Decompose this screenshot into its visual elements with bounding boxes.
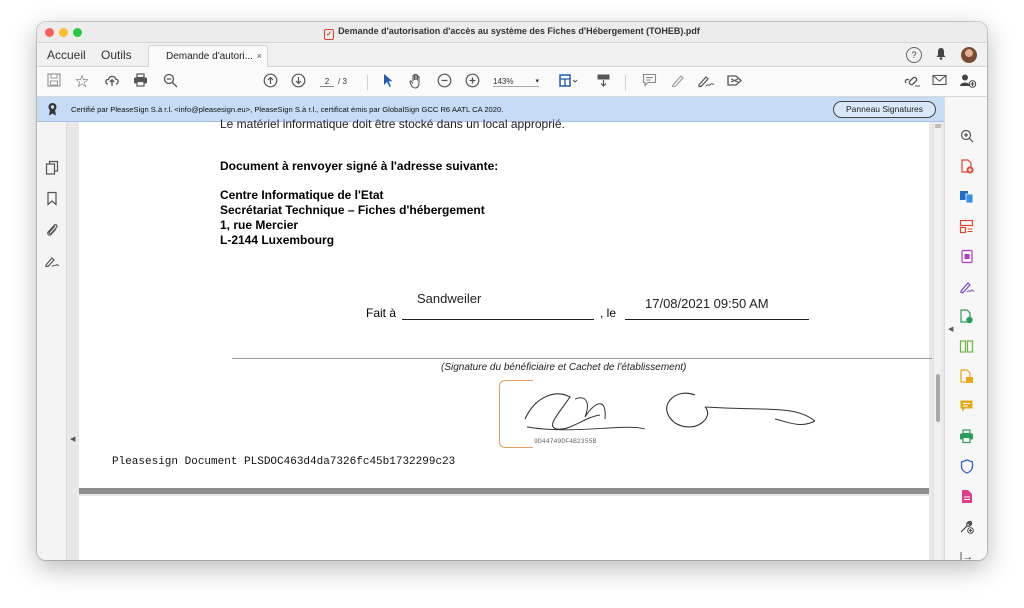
next-page-icon[interactable] [289, 73, 307, 91]
page-number-input[interactable]: 2 [320, 77, 334, 87]
document-id-footer: Pleasesign Document PLSDOC463d4da7326fc4… [112, 456, 456, 468]
export-pdf-icon[interactable] [958, 189, 975, 206]
fill-sign-icon[interactable] [958, 279, 975, 296]
zoom-out-icon[interactable] [435, 73, 453, 91]
create-pdf-icon[interactable] [958, 159, 975, 176]
compare-icon[interactable] [958, 339, 975, 356]
window-title: ✓ Demande d'autorisation d'accès au systè… [37, 26, 987, 40]
print-icon[interactable] [131, 73, 149, 91]
close-tab-icon[interactable]: × [257, 51, 262, 61]
cloud-upload-icon[interactable] [103, 73, 121, 91]
add-user-icon[interactable] [958, 73, 978, 91]
edit-pdf-icon[interactable] [958, 249, 975, 266]
print-production-icon[interactable] [958, 429, 975, 446]
redact-tag-icon[interactable] [725, 73, 745, 91]
bookmark-star-icon[interactable]: ☆ [73, 73, 91, 91]
handwritten-signature [524, 392, 815, 431]
tab-document[interactable]: Demande d'autori... × [148, 45, 268, 67]
scan-icon[interactable] [958, 369, 975, 386]
collapse-right-panel-icon[interactable]: ◀ [948, 325, 953, 333]
zoom-in-icon[interactable] [463, 73, 481, 91]
select-cursor-icon[interactable] [380, 73, 396, 91]
signature-divider [232, 358, 932, 359]
notifications-bell-icon[interactable] [933, 47, 949, 63]
signature-panel-button[interactable]: Panneau Signatures [833, 101, 936, 118]
fit-page-icon[interactable] [557, 73, 579, 91]
certified-ribbon-icon [47, 102, 58, 119]
collapse-panel-icon[interactable]: |→ [958, 549, 975, 560]
document-text-line: Le matériel informatique doit être stock… [220, 117, 565, 131]
tab-document-label: Demande d'autori... [166, 51, 253, 62]
fait-a-label: Fait à [366, 306, 397, 320]
tab-home[interactable]: Accueil [47, 48, 86, 62]
vertical-scrollbar[interactable] [933, 122, 941, 560]
page-total: / 3 [338, 77, 347, 86]
toolbar-divider [367, 75, 368, 90]
le-label: , le [600, 306, 617, 320]
combine-files-icon[interactable] [958, 309, 975, 326]
hand-tool-icon[interactable] [407, 73, 425, 91]
pdf-file-icon: ✓ [324, 29, 335, 40]
place-underline [402, 319, 594, 320]
left-navigation-rail [37, 122, 67, 560]
comment-icon[interactable] [958, 399, 975, 416]
tab-tools[interactable]: Outils [101, 48, 132, 62]
read-mode-icon[interactable] [594, 73, 612, 91]
zoom-search-icon[interactable] [958, 129, 975, 146]
more-tools-icon[interactable] [958, 519, 975, 536]
attachment-icon[interactable] [44, 222, 60, 238]
highlight-pen-icon[interactable] [668, 73, 686, 91]
bookmark-icon[interactable] [44, 191, 60, 207]
right-tools-rail: ◀ |→ [944, 97, 987, 560]
zoom-level-select[interactable]: 143% ▾ [493, 77, 539, 87]
request-signature-icon[interactable] [958, 489, 975, 506]
window-title-text: Demande d'autorisation d'accès au systèm… [338, 26, 700, 36]
certificate-text: Certifié par PleaseSign S.à r.l. <info@p… [71, 105, 504, 114]
signature-pen-icon[interactable] [44, 254, 60, 270]
address-line: 1, rue Mercier [220, 218, 299, 232]
share-link-icon[interactable] [902, 73, 922, 91]
previous-page-icon[interactable] [261, 73, 279, 91]
address-line: Secrétariat Technique – Fiches d'héberge… [220, 203, 485, 217]
collapse-left-panel-icon[interactable]: ◀ [70, 435, 75, 443]
pdf-viewer-window: ✓ Demande d'autorisation d'accès au systè… [37, 22, 987, 560]
date-value: 17/08/2021 09:50 AM [645, 296, 769, 311]
title-bar: ✓ Demande d'autorisation d'accès au systè… [37, 22, 987, 43]
return-address-heading: Document à renvoyer signé à l'adresse su… [220, 159, 499, 173]
address-line: Centre Informatique de l'Etat [220, 188, 384, 202]
zoom-search-icon[interactable] [161, 73, 179, 91]
tab-bar: Accueil Outils Demande d'autori... × ? [37, 43, 987, 67]
signature-caption: (Signature du bénéficiaire et Cachet de … [441, 362, 687, 373]
comment-icon[interactable] [640, 73, 658, 91]
fill-sign-icon[interactable] [696, 73, 716, 91]
signature-id: 9D44749DF4B2355B [534, 438, 597, 445]
help-icon[interactable]: ? [906, 47, 922, 63]
pdf-page: Le matériel informatique doit être stock… [79, 117, 932, 492]
main-toolbar: ☆ 2 / 3 143% ▾ [37, 67, 987, 97]
organize-pages-icon[interactable] [958, 219, 975, 236]
pdf-page-next [79, 496, 929, 560]
user-avatar[interactable] [961, 47, 977, 63]
save-icon[interactable] [46, 73, 62, 91]
pages-icon[interactable] [44, 160, 60, 176]
address-line: L-2144 Luxembourg [220, 233, 335, 247]
date-underline [625, 319, 809, 320]
place-value: Sandweiler [417, 291, 482, 306]
toolbar-divider [625, 75, 626, 90]
scrollbar-thumb[interactable] [936, 374, 940, 422]
document-viewport[interactable]: ◀ Le matériel informatique doit être sto… [67, 117, 944, 560]
protect-icon[interactable] [958, 459, 975, 476]
scrollbar-top-marker [935, 124, 941, 128]
zoom-level-value: 143% [493, 77, 514, 86]
email-icon[interactable] [930, 73, 948, 91]
chevron-down-icon: ▾ [535, 78, 539, 85]
page-separator [79, 488, 929, 494]
